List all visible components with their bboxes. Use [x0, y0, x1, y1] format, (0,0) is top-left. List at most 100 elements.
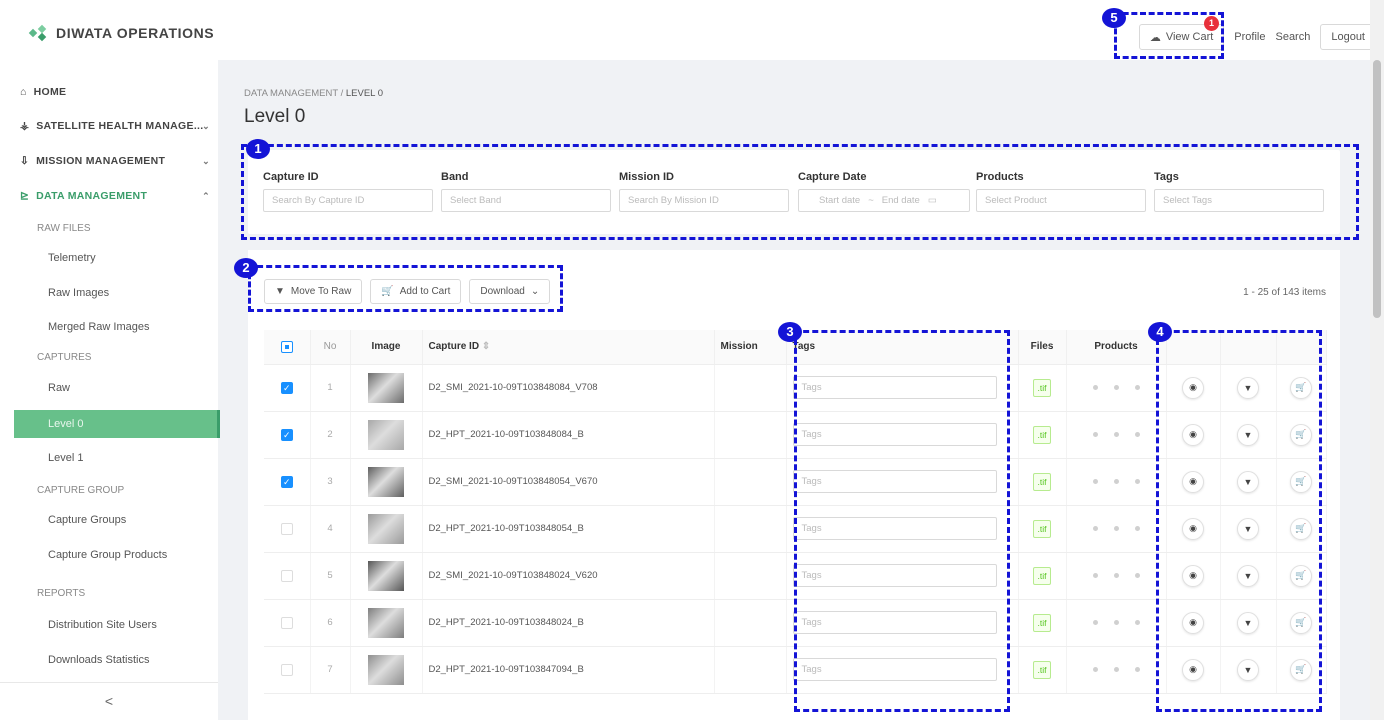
nav-data-management[interactable]: ⊵ DATA MANAGEMENT ⌃ — [20, 190, 210, 202]
row-capture-id: D2_SMI_2021-10-09T103848024_V620 — [422, 552, 715, 600]
group-raw-files: RAW FILES — [37, 223, 91, 234]
nav-satellite-label: SATELLITE HEALTH MANAGE... — [36, 120, 204, 132]
col-mission: Mission — [714, 330, 787, 365]
row-files-cell: .tif — [1018, 552, 1067, 600]
row-checkbox[interactable]: ✓ — [280, 475, 293, 488]
col-capture-id[interactable]: Capture ID ⇕ — [422, 330, 715, 365]
sidebar-item-distribution-site-users[interactable]: Distribution Site Users — [48, 619, 157, 631]
row-files-cell: .tif — [1018, 646, 1067, 694]
file-tag[interactable]: .tif — [1032, 378, 1052, 397]
satellite-icon: ⚶ — [20, 120, 30, 132]
breadcrumb-root[interactable]: DATA MANAGEMENT — [244, 88, 338, 99]
home-icon: ⌂ — [20, 86, 27, 98]
col-files: Files — [1018, 330, 1067, 365]
capture-thumbnail[interactable] — [368, 513, 404, 544]
file-tag[interactable]: .tif — [1032, 660, 1052, 679]
sidebar-item-telemetry[interactable]: Telemetry — [48, 252, 96, 264]
sidebar-item-level-0[interactable]: Level 0 — [14, 410, 220, 438]
scrollbar-thumb[interactable] — [1373, 60, 1381, 318]
row-mission — [714, 505, 787, 553]
chevron-down-icon: ⌄ — [202, 155, 210, 166]
row-checkbox[interactable]: ✓ — [280, 381, 293, 394]
search-link[interactable]: Search — [1275, 31, 1310, 43]
satellite-logo-icon — [28, 24, 47, 42]
nav-mission-label: MISSION MANAGEMENT — [36, 155, 166, 167]
row-capture-id: D2_HPT_2021-10-09T103848054_B — [422, 505, 715, 553]
row-files-cell: .tif — [1018, 599, 1067, 647]
col-capture-id-label: Capture ID — [428, 341, 480, 353]
annotation-box-cart — [1114, 12, 1224, 59]
capture-thumbnail[interactable] — [368, 560, 404, 591]
row-checkbox[interactable] — [280, 663, 293, 676]
file-tag[interactable]: .tif — [1032, 613, 1052, 632]
logout-button[interactable]: Logout — [1320, 24, 1376, 50]
annotation-marker-4: 4 — [1148, 322, 1172, 342]
annotation-marker-2: 2 — [234, 258, 258, 278]
row-select-cell: ✓ — [264, 458, 311, 506]
row-checkbox[interactable] — [280, 569, 293, 582]
nav-home-label: HOME — [33, 86, 67, 98]
select-all-checkbox[interactable] — [280, 340, 293, 353]
file-tag[interactable]: .tif — [1032, 425, 1052, 444]
annotation-marker-5: 5 — [1102, 8, 1126, 28]
row-files-cell: .tif — [1018, 458, 1067, 506]
row-thumbnail-cell — [350, 599, 423, 647]
page-title: Level 0 — [244, 106, 306, 127]
sidebar-collapse-button[interactable]: < — [0, 682, 218, 720]
row-capture-id: D2_SMI_2021-10-09T103848054_V670 — [422, 458, 715, 506]
row-products-dots — [1066, 364, 1167, 412]
row-checkbox[interactable] — [280, 616, 293, 629]
capture-thumbnail[interactable] — [368, 654, 404, 685]
col-no: No — [310, 330, 351, 365]
row-thumbnail-cell — [350, 364, 423, 412]
file-tag[interactable]: .tif — [1032, 566, 1052, 585]
sidebar-item-raw-images[interactable]: Raw Images — [48, 287, 109, 299]
row-products-dots — [1066, 411, 1167, 459]
row-products-dots — [1066, 646, 1167, 694]
nav-data-label: DATA MANAGEMENT — [36, 190, 148, 202]
nav-home[interactable]: ⌂ HOME — [20, 86, 210, 98]
row-capture-id: D2_HPT_2021-10-09T103847094_B — [422, 646, 715, 694]
capture-thumbnail[interactable] — [368, 372, 404, 403]
row-products-dots — [1066, 552, 1167, 600]
rocket-icon: ⇩ — [20, 155, 30, 167]
sidebar-item-capture-group-products[interactable]: Capture Group Products — [48, 549, 167, 561]
row-capture-id: D2_HPT_2021-10-09T103848024_B — [422, 599, 715, 647]
capture-thumbnail[interactable] — [368, 419, 404, 450]
row-no: 2 — [310, 411, 351, 459]
sidebar-item-merged-raw-images[interactable]: Merged Raw Images — [48, 321, 150, 333]
sort-icon[interactable]: ⇕ — [482, 341, 490, 352]
row-files-cell: .tif — [1018, 505, 1067, 553]
app-logo[interactable]: DIWATA OPERATIONS — [28, 24, 214, 42]
pagination-count: 1 - 25 of 143 items — [1243, 287, 1326, 298]
row-select-cell — [264, 505, 311, 553]
capture-thumbnail[interactable] — [368, 466, 404, 497]
breadcrumb-current: LEVEL 0 — [345, 88, 384, 99]
row-files-cell: .tif — [1018, 411, 1067, 459]
file-tag[interactable]: .tif — [1032, 519, 1052, 538]
row-capture-id: D2_HPT_2021-10-09T103848084_B — [422, 411, 715, 459]
nav-mission-management[interactable]: ⇩ MISSION MANAGEMENT ⌄ — [20, 155, 210, 167]
row-mission — [714, 552, 787, 600]
row-thumbnail-cell — [350, 411, 423, 459]
file-tag[interactable]: .tif — [1032, 472, 1052, 491]
page-scrollbar[interactable] — [1370, 0, 1384, 720]
profile-link[interactable]: Profile — [1234, 31, 1265, 43]
breadcrumb-separator: / — [340, 88, 344, 99]
row-products-dots — [1066, 458, 1167, 506]
chevron-down-icon: ⌄ — [202, 120, 210, 131]
group-capture-group: CAPTURE GROUP — [37, 485, 125, 496]
sidebar-item-capture-groups[interactable]: Capture Groups — [48, 514, 126, 526]
sidebar-item-downloads-statistics[interactable]: Downloads Statistics — [48, 654, 150, 666]
row-no: 4 — [310, 505, 351, 553]
row-mission — [714, 458, 787, 506]
annotation-box-toolbar — [248, 265, 563, 312]
capture-thumbnail[interactable] — [368, 607, 404, 638]
row-checkbox[interactable] — [280, 522, 293, 535]
sidebar-item-raw[interactable]: Raw — [48, 382, 70, 394]
nav-satellite-health[interactable]: ⚶ SATELLITE HEALTH MANAGE... ⌄ — [20, 120, 210, 132]
row-checkbox[interactable]: ✓ — [280, 428, 293, 441]
sidebar-item-level-1[interactable]: Level 1 — [48, 452, 83, 464]
row-capture-id: D2_SMI_2021-10-09T103848084_V708 — [422, 364, 715, 412]
row-products-dots — [1066, 505, 1167, 553]
